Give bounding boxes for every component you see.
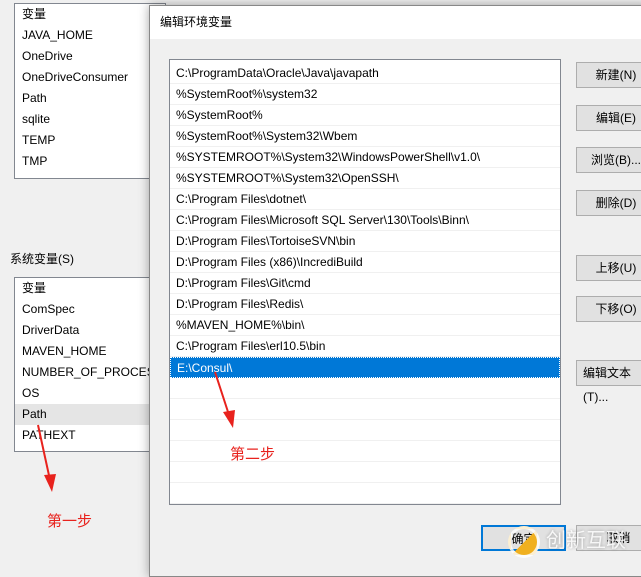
edit-env-dialog: 编辑环境变量 C:\ProgramData\Oracle\Java\javapa…: [149, 5, 641, 577]
move-down-button[interactable]: 下移(O): [576, 296, 641, 322]
path-row[interactable]: D:\Program Files (x86)\IncrediBuild: [170, 252, 560, 273]
column-header: 变量: [22, 281, 47, 295]
delete-button[interactable]: 删除(D): [576, 190, 641, 216]
path-row[interactable]: C:\ProgramData\Oracle\Java\javapath: [170, 63, 560, 84]
path-row[interactable]: C:\Program Files\Microsoft SQL Server\13…: [170, 210, 560, 231]
path-row[interactable]: %MAVEN_HOME%\bin\: [170, 315, 560, 336]
list-item[interactable]: OneDrive: [15, 46, 165, 67]
edit-text-button[interactable]: 编辑文本(T)...: [576, 360, 641, 404]
step1-annotation: 第一步: [47, 513, 93, 530]
list-item[interactable]: sqlite: [15, 109, 165, 130]
path-list[interactable]: C:\ProgramData\Oracle\Java\javapath %Syst…: [169, 59, 561, 505]
system-variables-label: 系统变量(S): [10, 252, 74, 266]
browse-button[interactable]: 浏览(B)...: [576, 147, 641, 173]
move-up-button[interactable]: 上移(U): [576, 255, 641, 281]
path-row[interactable]: D:\Program Files\Redis\: [170, 294, 560, 315]
empty-row[interactable]: [170, 462, 560, 483]
list-item[interactable]: DriverData: [15, 320, 165, 341]
path-row[interactable]: D:\Program Files\Git\cmd: [170, 273, 560, 294]
dialog-title: 编辑环境变量: [150, 6, 641, 39]
step2-annotation: 第二步: [230, 446, 276, 463]
new-button[interactable]: 新建(N): [576, 62, 641, 88]
list-item[interactable]: TMP: [15, 151, 165, 172]
list-item[interactable]: Path: [15, 88, 165, 109]
empty-row[interactable]: [170, 483, 560, 504]
list-item[interactable]: NUMBER_OF_PROCESSORS: [15, 362, 189, 383]
watermark: 创新互联: [508, 524, 626, 558]
list-item[interactable]: ComSpec: [15, 299, 165, 320]
path-row[interactable]: C:\Program Files\erl10.5\bin: [170, 336, 560, 357]
step2-arrow-icon: [214, 371, 235, 428]
path-row[interactable]: %SystemRoot%: [170, 105, 560, 126]
list-item[interactable]: TEMP: [15, 130, 165, 151]
path-row[interactable]: %SYSTEMROOT%\System32\OpenSSH\: [170, 168, 560, 189]
list-item[interactable]: JAVA_HOME: [15, 25, 165, 46]
empty-row[interactable]: [170, 441, 560, 462]
watermark-logo-icon: [508, 525, 540, 558]
edit-button[interactable]: 编辑(E): [576, 105, 641, 131]
list-item[interactable]: OS: [15, 383, 165, 404]
column-header: 变量: [22, 7, 47, 21]
list-item[interactable]: MAVEN_HOME: [15, 341, 165, 362]
path-row[interactable]: C:\Program Files\dotnet\: [170, 189, 560, 210]
path-row[interactable]: %SystemRoot%\System32\Wbem: [170, 126, 560, 147]
path-row[interactable]: %SYSTEMROOT%\System32\WindowsPowerShell\…: [170, 147, 560, 168]
path-row[interactable]: D:\Program Files\TortoiseSVN\bin: [170, 231, 560, 252]
user-variables-list[interactable]: 变量 JAVA_HOME OneDrive OneDriveConsumer Path…: [14, 3, 166, 179]
list-item[interactable]: OneDriveConsumer: [15, 67, 165, 88]
path-row[interactable]: %SystemRoot%\system32: [170, 84, 560, 105]
step1-arrow-icon: [37, 424, 56, 492]
